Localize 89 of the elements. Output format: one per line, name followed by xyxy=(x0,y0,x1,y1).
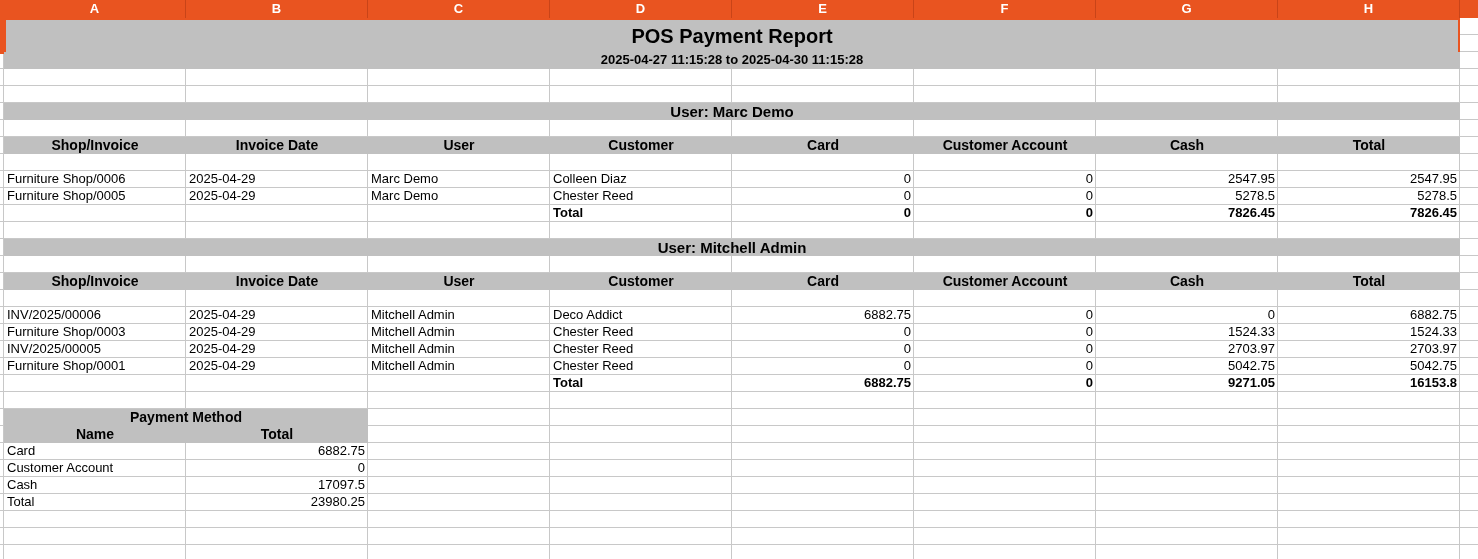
table-cell-text: 17097.5 xyxy=(317,477,366,494)
total-cell-text: 0 xyxy=(1084,375,1094,392)
column-header: Customer Account xyxy=(914,137,1096,154)
column-header: Customer xyxy=(550,273,732,290)
total-cell-text: 9271.05 xyxy=(1227,375,1276,392)
table-cell-text: Mitchell Admin xyxy=(370,324,456,341)
table-cell-text: 6882.75 xyxy=(317,443,366,460)
table-cell-text: Colleen Diaz xyxy=(552,171,628,188)
table-cell-text: 2547.95 xyxy=(1227,171,1276,188)
table-cell-text: Chester Reed xyxy=(552,358,635,375)
column-header: User xyxy=(368,273,550,290)
table-cell-text: Mitchell Admin xyxy=(370,307,456,324)
total-cell-text: 6882.75 xyxy=(863,375,912,392)
table-cell-text: 2703.97 xyxy=(1409,341,1458,358)
table-cell-text: 0 xyxy=(902,341,912,358)
table-cell-text: 2703.97 xyxy=(1227,341,1276,358)
column-header: Invoice Date xyxy=(186,137,368,154)
table-cell-text: 5042.75 xyxy=(1409,358,1458,375)
table-cell-text: 0 xyxy=(902,358,912,375)
table-cell-text: Chester Reed xyxy=(552,188,635,205)
table-cell-text: Chester Reed xyxy=(552,324,635,341)
table-cell-text: Mitchell Admin xyxy=(370,341,456,358)
column-header: Card xyxy=(732,137,914,154)
table-cell-text: 0 xyxy=(902,188,912,205)
column-header: Total xyxy=(1278,273,1460,290)
table-cell-text: INV/2025/00006 xyxy=(6,307,102,324)
column-header: Name xyxy=(4,426,186,443)
table-cell-text: Furniture Shop/0006 xyxy=(6,171,127,188)
table-cell-text: Chester Reed xyxy=(552,341,635,358)
total-cell-text: 16153.8 xyxy=(1409,375,1458,392)
column-header: Customer Account xyxy=(914,273,1096,290)
date-range: 2025-04-27 11:15:28 to 2025-04-30 11:15:28 xyxy=(4,52,1460,69)
total-cell-text: 7826.45 xyxy=(1227,205,1276,222)
table-cell-text: 6882.75 xyxy=(863,307,912,324)
total-cell-text: 0 xyxy=(902,205,912,222)
table-cell-text: 2025-04-29 xyxy=(188,341,257,358)
table-cell-text: 2025-04-29 xyxy=(188,324,257,341)
total-label: Total xyxy=(552,375,585,392)
column-header: Shop/Invoice xyxy=(4,137,186,154)
table-cell-text: 0 xyxy=(1084,341,1094,358)
table-cell-text: 1524.33 xyxy=(1409,324,1458,341)
table-cell-text: 1524.33 xyxy=(1227,324,1276,341)
column-header: Shop/Invoice xyxy=(4,273,186,290)
column-header: Customer xyxy=(550,137,732,154)
total-label: Total xyxy=(552,205,585,222)
table-cell-text: Total xyxy=(6,494,36,511)
table-cell-text: 5042.75 xyxy=(1227,358,1276,375)
table-cell-text: 6882.75 xyxy=(1409,307,1458,324)
table-cell-text: Furniture Shop/0005 xyxy=(6,188,127,205)
table-cell-text: 2025-04-29 xyxy=(188,307,257,324)
table-cell-text: 0 xyxy=(1084,188,1094,205)
table-cell-text: 0 xyxy=(1084,358,1094,375)
table-cell-text: 2025-04-29 xyxy=(188,171,257,188)
summary-title: Payment Method xyxy=(4,409,368,426)
table-cell-text: Mitchell Admin xyxy=(370,358,456,375)
table-cell-text: 0 xyxy=(1266,307,1276,324)
table-cell-text: Customer Account xyxy=(6,460,115,477)
column-header: Card xyxy=(732,273,914,290)
table-cell-text: Marc Demo xyxy=(370,171,440,188)
total-cell-text: 0 xyxy=(1084,205,1094,222)
table-cell-text: Deco Addict xyxy=(552,307,624,324)
table-cell-text: 5278.5 xyxy=(1234,188,1276,205)
table-cell-text: 23980.25 xyxy=(309,494,366,511)
table-cell-text: 0 xyxy=(1084,171,1094,188)
table-cell-text: 0 xyxy=(1084,307,1094,324)
column-header: Cash xyxy=(1096,273,1278,290)
column-header: Total xyxy=(186,426,368,443)
table-cell-text: Furniture Shop/0003 xyxy=(6,324,127,341)
table-cell-text: 2025-04-29 xyxy=(188,358,257,375)
column-header: Total xyxy=(1278,137,1460,154)
table-cell-text: 0 xyxy=(902,171,912,188)
column-header: User xyxy=(368,137,550,154)
table-cell-text: Furniture Shop/0001 xyxy=(6,358,127,375)
section-heading: User: Mitchell Admin xyxy=(4,239,1460,256)
table-cell-text: Cash xyxy=(6,477,39,494)
table-cell-text: 0 xyxy=(1084,324,1094,341)
table-cell-text: 2547.95 xyxy=(1409,171,1458,188)
table-cell-text: INV/2025/00005 xyxy=(6,341,102,358)
section-heading: User: Marc Demo xyxy=(4,103,1460,120)
table-cell-text: 0 xyxy=(356,460,366,477)
table-cell-text: Marc Demo xyxy=(370,188,440,205)
column-header: Invoice Date xyxy=(186,273,368,290)
total-cell-text: 7826.45 xyxy=(1409,205,1458,222)
table-cell-text: 0 xyxy=(902,324,912,341)
table-cell-text: 2025-04-29 xyxy=(188,188,257,205)
report-title: POS Payment Report xyxy=(4,18,1460,54)
table-cell-text: Card xyxy=(6,443,37,460)
column-header: Cash xyxy=(1096,137,1278,154)
table-cell-text: 5278.5 xyxy=(1416,188,1458,205)
